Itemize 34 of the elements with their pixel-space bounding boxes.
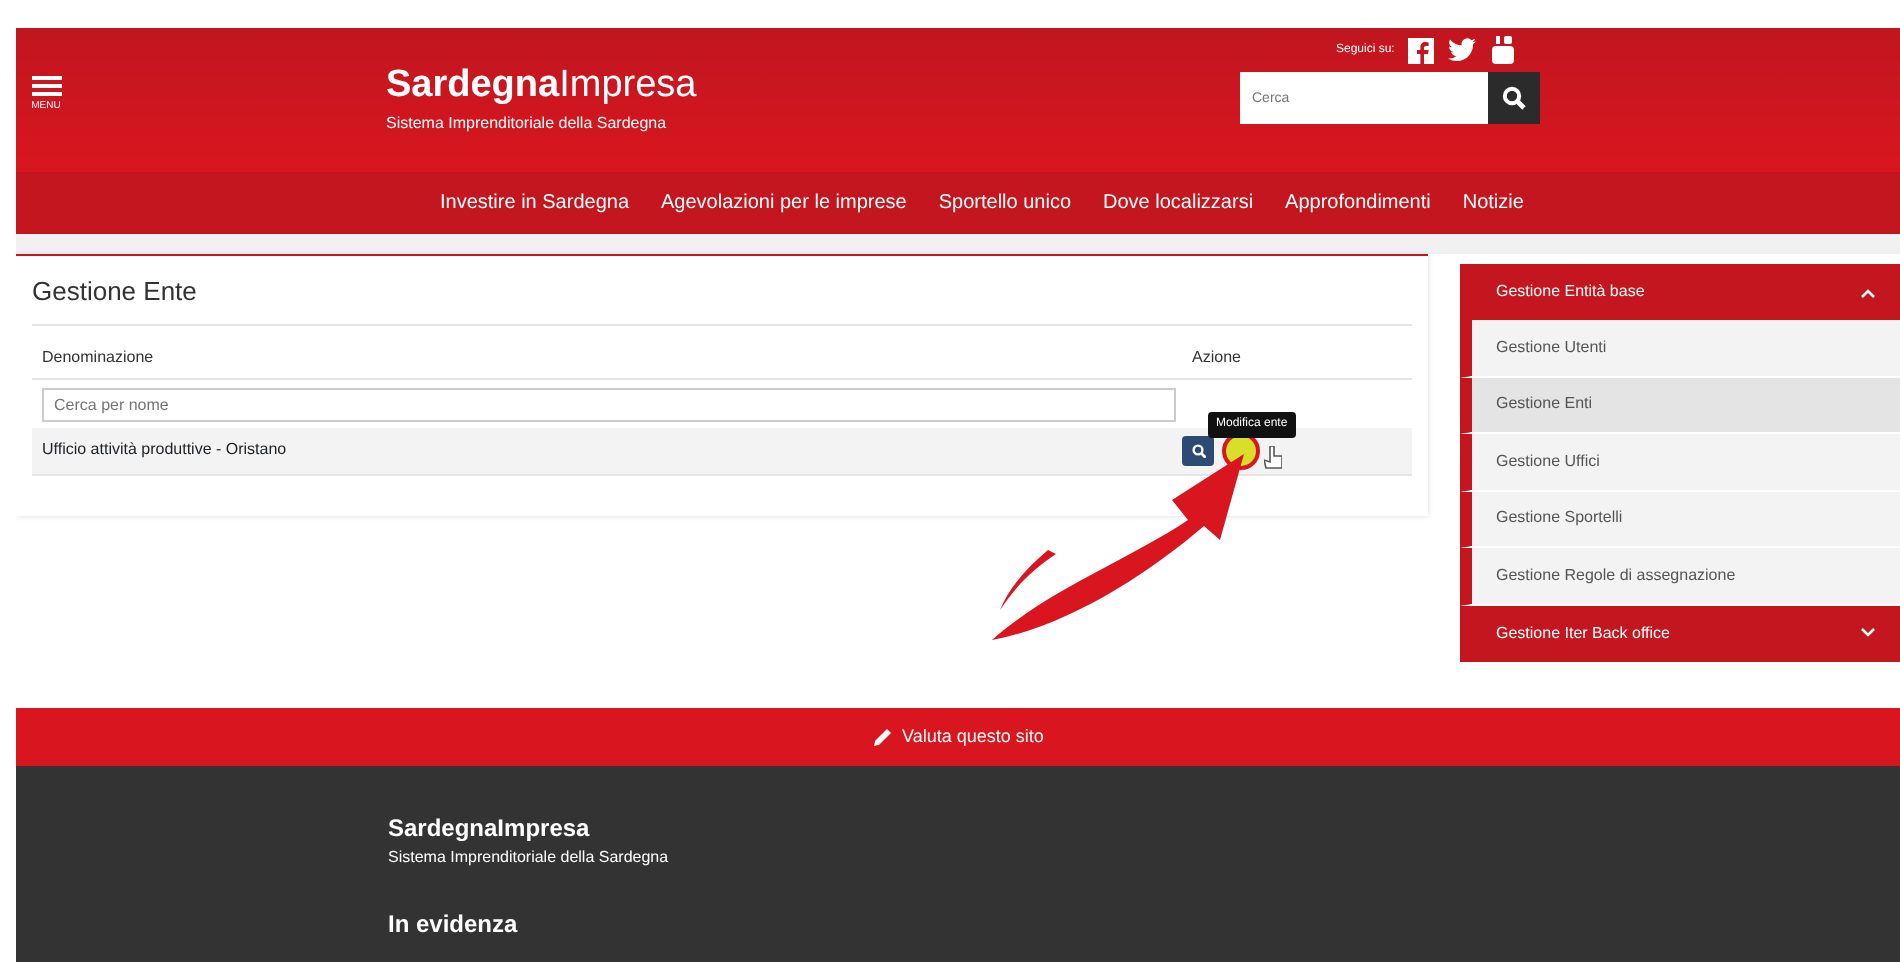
footer-heading: In evidenza [388, 908, 520, 942]
rate-site-link[interactable]: Valuta questo sito [902, 723, 1044, 751]
nav-link[interactable]: Notizie [1462, 188, 1524, 218]
sidebar-item[interactable]: Gestione Uffici [1460, 434, 1900, 491]
search-icon [1502, 86, 1526, 110]
nav-link[interactable]: Investire in Sardegna [440, 188, 630, 218]
sidebar-item[interactable]: Gestione Sportelli [1460, 491, 1900, 548]
nav-link[interactable]: Dove localizzarsi [1103, 188, 1254, 218]
nav-link[interactable]: Approfondimenti [1285, 188, 1431, 218]
site-logo[interactable]: SardegnaImpresa [386, 66, 697, 104]
sidebar-item[interactable]: Gestione Utenti [1460, 320, 1900, 377]
nav-link[interactable]: Sportello unico [938, 188, 1072, 218]
sidebar-item[interactable]: Gestione Enti [1460, 377, 1900, 434]
bird-icon[interactable] [1448, 38, 1477, 62]
cursor-icon [1264, 446, 1282, 470]
column-header: Azione [1192, 345, 1241, 369]
search-button[interactable] [1488, 72, 1540, 124]
facebook-icon[interactable] [1408, 37, 1435, 63]
chevron-up-icon [1860, 287, 1876, 297]
sidebar-item[interactable]: Gestione Regole di assegnazione [1460, 548, 1900, 605]
footer-brand: SardegnaImpresa [388, 812, 592, 846]
column-header: Denominazione [42, 345, 156, 369]
nav-link[interactable]: Agevolazioni per le imprese [661, 188, 907, 218]
filter-field[interactable]: Cerca per nome [42, 387, 1176, 421]
panel-title: Gestione Ente [32, 256, 1412, 325]
chevron-down-icon [1860, 628, 1876, 638]
site-tagline: Sistema Imprenditoriale della Sardegna [386, 112, 667, 136]
footer-tagline: Sistema Imprenditoriale della Sardegna [388, 846, 671, 870]
sidebar-group-header[interactable]: Gestione Iter Back office [1460, 605, 1900, 661]
zoom-icon [1191, 443, 1205, 457]
pencil-icon [872, 727, 893, 747]
sidebar-group-header[interactable]: Gestione Entità base [1460, 264, 1900, 320]
table-cell-text: Ufficio attività produttive - Oristano [42, 438, 289, 462]
view-button[interactable] [1182, 435, 1214, 465]
